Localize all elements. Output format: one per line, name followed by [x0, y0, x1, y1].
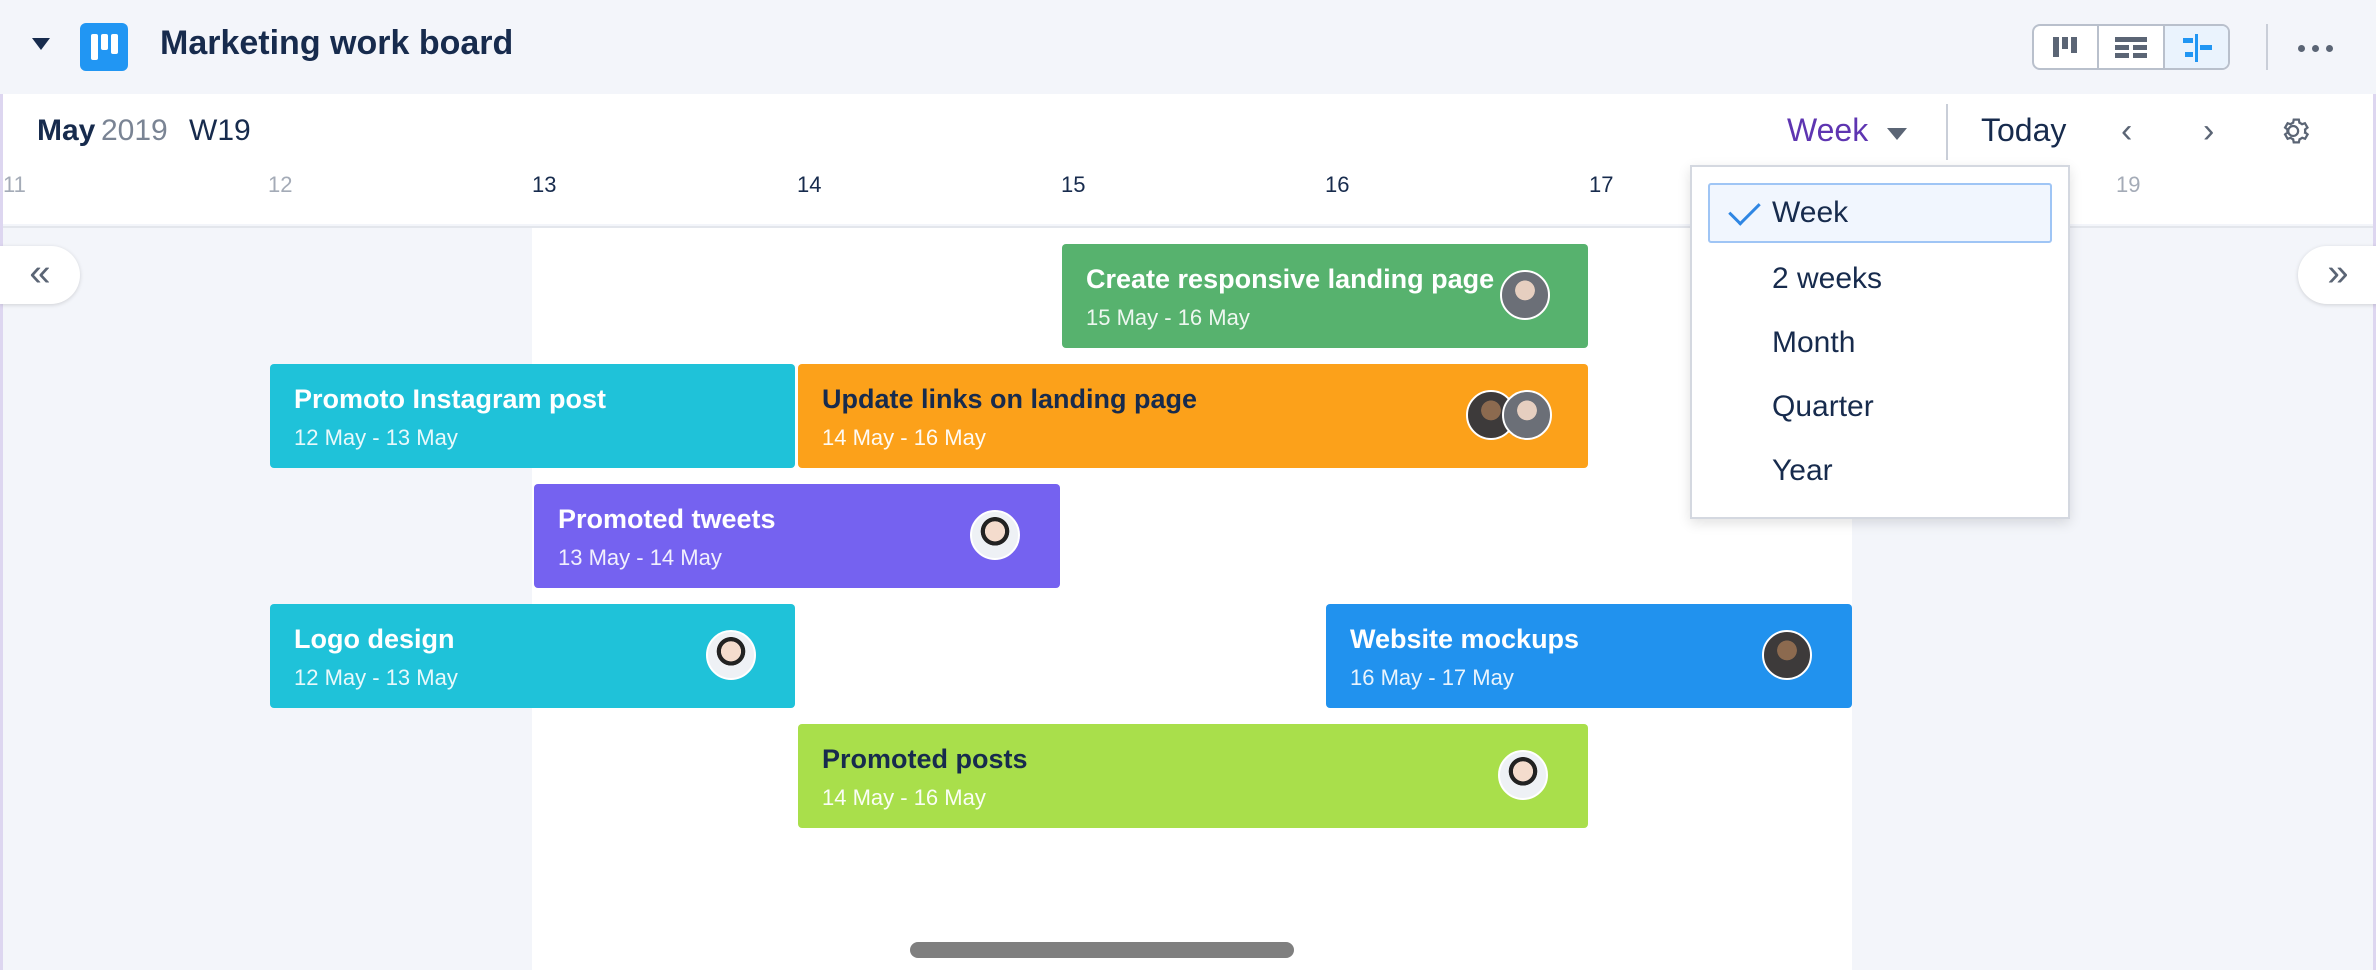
task-dates: 15 May - 16 May — [1086, 305, 1250, 330]
task-title: Update links on landing page — [822, 384, 1198, 414]
chevron-left-icon[interactable]: ‹ — [2121, 112, 2132, 151]
horizontal-scrollbar[interactable] — [910, 942, 1294, 958]
option-label: Quarter — [1772, 390, 1874, 423]
task-card[interactable]: Promoted tweets 13 May - 14 May — [534, 484, 1060, 588]
week-number: W19 — [189, 114, 251, 147]
option-label: Year — [1772, 454, 1833, 487]
task-dates: 12 May - 13 May — [294, 665, 458, 690]
date-tick: 12 — [268, 172, 293, 197]
task-dates: 13 May - 14 May — [558, 545, 722, 570]
date-tick: 14 — [797, 172, 822, 197]
option-label: Month — [1772, 326, 1856, 359]
board-title: Marketing work board — [160, 24, 514, 62]
task-dates: 12 May - 13 May — [294, 425, 458, 450]
task-card[interactable]: Promoted posts 14 May - 16 May — [798, 724, 1588, 828]
more-horizontal-icon[interactable] — [2296, 30, 2336, 66]
option-label: Week — [1772, 196, 1849, 229]
timescale-select[interactable]: Week — [1787, 112, 1907, 152]
today-button[interactable]: Today — [1981, 112, 2066, 149]
task-card[interactable]: Logo design 12 May - 13 May — [270, 604, 795, 708]
gear-icon[interactable] — [2279, 114, 2313, 148]
timescale-option-month[interactable]: Month — [1708, 313, 2052, 373]
task-card[interactable]: Website mockups 16 May - 17 May — [1326, 604, 1852, 708]
collapse-caret-icon[interactable] — [32, 38, 50, 50]
avatar[interactable] — [1498, 750, 1548, 800]
checkmark-icon — [1728, 193, 1761, 226]
chevron-down-icon — [1887, 128, 1907, 140]
avatar[interactable] — [1502, 390, 1552, 440]
timescale-option-week[interactable]: Week — [1708, 183, 2052, 243]
current-month: May — [37, 114, 96, 147]
option-label: 2 weeks — [1772, 262, 1883, 295]
date-tick: 16 — [1325, 172, 1350, 197]
task-title: Website mockups — [1350, 624, 1580, 654]
timescale-option-quarter[interactable]: Quarter — [1708, 377, 2052, 437]
toolbar-divider — [1946, 104, 1948, 160]
date-tick: 19 — [2116, 172, 2141, 197]
avatar[interactable] — [970, 510, 1020, 560]
timescale-select-label: Week — [1787, 112, 1869, 148]
task-dates: 14 May - 16 May — [822, 425, 986, 450]
avatar[interactable] — [1500, 270, 1550, 320]
date-tick: 17 — [1589, 172, 1614, 197]
timeline-view-button[interactable] — [2164, 26, 2228, 68]
scroll-left-button[interactable]: « — [0, 246, 80, 304]
task-title: Promoted tweets — [558, 504, 776, 534]
timescale-option-year[interactable]: Year — [1708, 441, 2052, 501]
current-year: 2019 — [101, 114, 168, 147]
timescale-dropdown: Week 2 weeks Month Quarter Year — [1690, 165, 2070, 519]
avatar[interactable] — [706, 630, 756, 680]
date-tick: 11 — [3, 172, 26, 197]
task-dates: 16 May - 17 May — [1350, 665, 1514, 690]
kanban-view-button[interactable] — [2034, 26, 2100, 68]
table-view-button[interactable] — [2099, 26, 2165, 68]
board-header: Marketing work board — [0, 0, 2376, 94]
task-title: Promoto Instagram post — [294, 384, 607, 414]
avatar[interactable] — [1762, 630, 1812, 680]
board-logo-icon — [80, 23, 128, 71]
task-title: Create responsive landing page — [1086, 264, 1495, 294]
task-card[interactable]: Create responsive landing page 15 May - … — [1062, 244, 1588, 348]
task-title: Logo design — [294, 624, 455, 654]
timescale-option-2-weeks[interactable]: 2 weeks — [1708, 249, 2052, 309]
task-card[interactable]: Promoto Instagram post 12 May - 13 May — [270, 364, 795, 468]
header-divider — [2266, 24, 2268, 70]
chevron-right-icon[interactable]: › — [2203, 112, 2214, 151]
scroll-right-button[interactable]: » — [2298, 246, 2376, 304]
task-card[interactable]: Update links on landing page 14 May - 16… — [798, 364, 1588, 468]
date-tick: 13 — [532, 172, 557, 197]
view-switcher — [2032, 24, 2230, 70]
task-title: Promoted posts — [822, 744, 1028, 774]
task-dates: 14 May - 16 May — [822, 785, 986, 810]
date-tick: 15 — [1061, 172, 1086, 197]
